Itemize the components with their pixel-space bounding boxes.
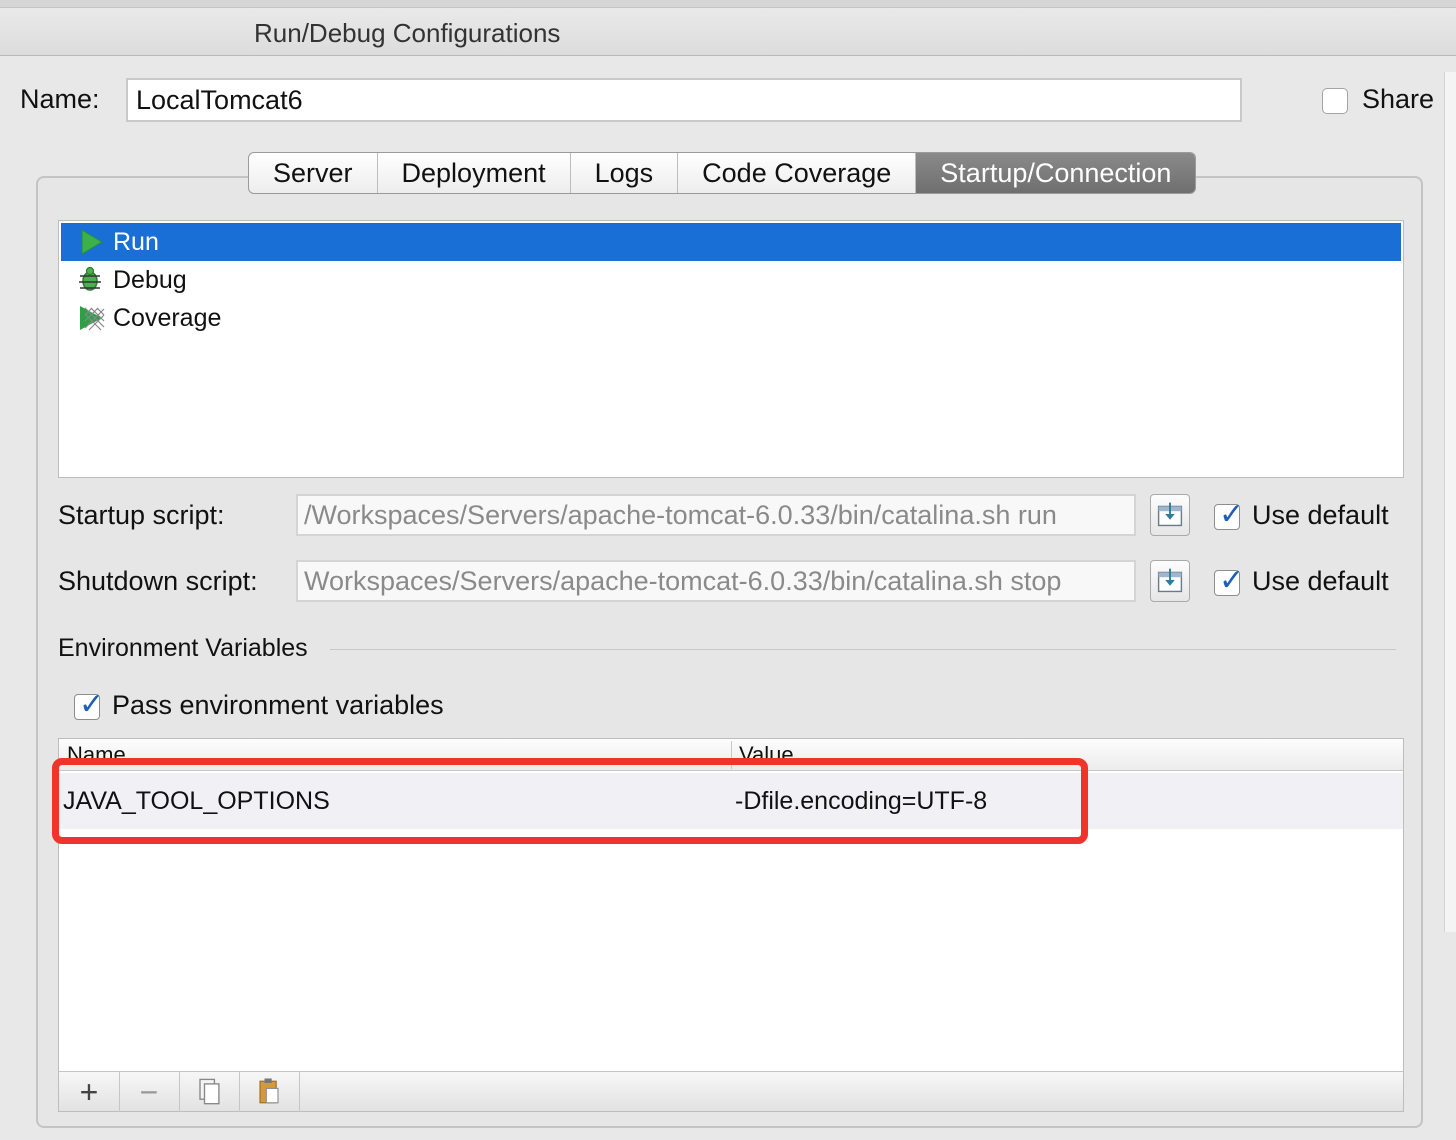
mode-list: Run Debug Coverage bbox=[58, 220, 1404, 478]
share-label: Share bbox=[1362, 84, 1435, 114]
paste-icon bbox=[259, 1078, 279, 1104]
tab-server[interactable]: Server bbox=[249, 153, 378, 193]
remove-button[interactable]: − bbox=[119, 1072, 180, 1112]
name-input[interactable] bbox=[126, 78, 1242, 122]
shutdown-use-default-checkbox[interactable]: ✓ bbox=[1214, 564, 1244, 597]
tab-startup-connection[interactable]: Startup/Connection bbox=[916, 153, 1196, 193]
paste-button[interactable] bbox=[239, 1072, 300, 1112]
run-icon bbox=[81, 229, 103, 255]
title-bar bbox=[0, 0, 1456, 56]
table-toolbar: + − bbox=[59, 1071, 1403, 1112]
tab-deployment[interactable]: Deployment bbox=[378, 153, 571, 193]
section-divider bbox=[330, 649, 1396, 650]
shutdown-script-input[interactable]: Workspaces/Servers/apache-tomcat-6.0.33/… bbox=[296, 560, 1136, 602]
pass-env-checkbox[interactable]: ✓ bbox=[74, 688, 104, 721]
add-button[interactable]: + bbox=[59, 1072, 120, 1112]
coverage-icon bbox=[80, 306, 105, 331]
mode-item-coverage[interactable]: Coverage bbox=[61, 299, 1401, 337]
startup-use-default-label: Use default bbox=[1252, 500, 1389, 530]
copy-button[interactable] bbox=[179, 1072, 240, 1112]
folder-download-icon bbox=[1157, 568, 1183, 593]
tab-logs[interactable]: Logs bbox=[571, 153, 679, 193]
shutdown-script-label: Shutdown script: bbox=[58, 566, 258, 596]
debug-icon bbox=[79, 266, 101, 291]
mode-label: Debug bbox=[113, 266, 187, 294]
name-label: Name: bbox=[20, 84, 100, 114]
share-checkbox[interactable] bbox=[1322, 88, 1348, 114]
scrollbar[interactable] bbox=[1444, 72, 1456, 932]
window-title: Run/Debug Configurations bbox=[254, 18, 561, 48]
tab-bar: Server Deployment Logs Code Coverage Sta… bbox=[248, 152, 1197, 194]
mode-item-run[interactable]: Run bbox=[61, 223, 1401, 261]
env-section-title: Environment Variables bbox=[58, 634, 308, 662]
top-strip bbox=[0, 0, 1456, 8]
shutdown-use-default-label: Use default bbox=[1252, 566, 1389, 596]
plus-icon: + bbox=[79, 1074, 99, 1110]
mode-item-debug[interactable]: Debug bbox=[61, 261, 1401, 299]
minus-icon: − bbox=[139, 1074, 159, 1110]
folder-download-icon bbox=[1157, 502, 1183, 527]
pass-env-label: Pass environment variables bbox=[112, 690, 444, 720]
mode-label: Run bbox=[113, 228, 159, 256]
startup-script-input[interactable]: /Workspaces/Servers/apache-tomcat-6.0.33… bbox=[296, 494, 1136, 536]
highlight-annotation bbox=[52, 758, 1088, 844]
startup-browse-button[interactable] bbox=[1150, 494, 1190, 536]
startup-script-label: Startup script: bbox=[58, 500, 225, 530]
startup-use-default-checkbox[interactable]: ✓ bbox=[1214, 498, 1244, 531]
mode-label: Coverage bbox=[113, 304, 222, 332]
shutdown-browse-button[interactable] bbox=[1150, 560, 1190, 602]
tab-code-coverage[interactable]: Code Coverage bbox=[678, 153, 917, 193]
copy-icon bbox=[199, 1078, 220, 1105]
